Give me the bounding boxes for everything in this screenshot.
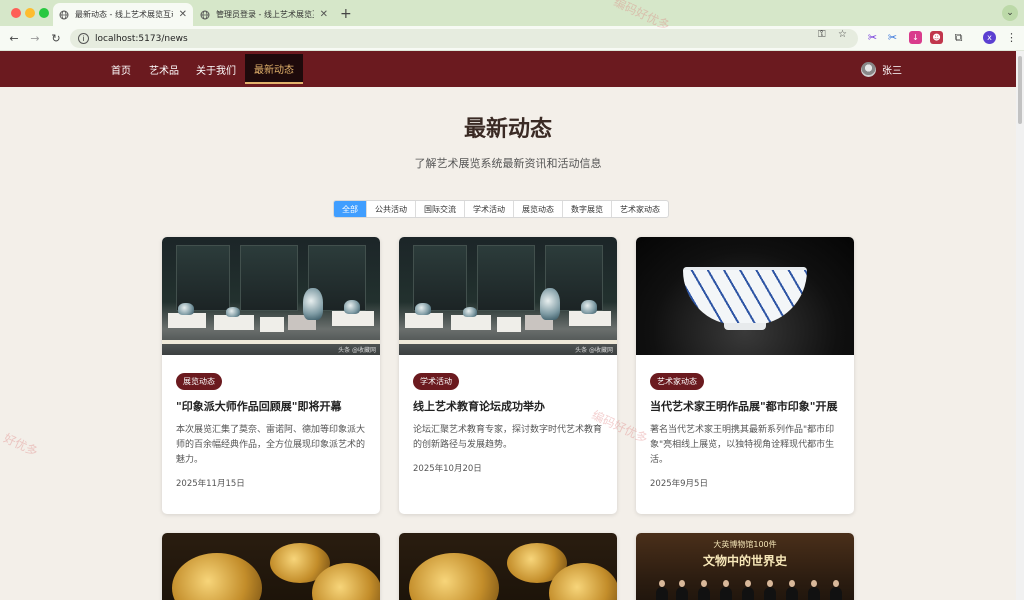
browser-tab-bar: 最新动态 - 线上艺术展览互动平台 ✕ 管理员登录 - 线上艺术展览互动平台 ✕… <box>0 0 1024 26</box>
image-watermark: 头条 @收藏网 <box>338 347 376 354</box>
download-extension-icon[interactable]: ↓ <box>909 31 922 44</box>
filter-international[interactable]: 国际交流 <box>415 201 464 217</box>
scissors-extension-icon[interactable]: ✂ <box>866 31 879 44</box>
nav-artworks[interactable]: 艺术品 <box>149 51 179 87</box>
category-filter-group: 全部 公共活动 国际交流 学术活动 展览动态 数字展览 艺术家动态 <box>333 200 669 218</box>
browser-toolbar: ← → ↻ i localhost:5173/news ⚿ ☆ ✂ ✂ ↓ ☻ … <box>0 26 1024 51</box>
robot-extension-icon[interactable]: ☻ <box>930 31 943 44</box>
minimize-window-button[interactable] <box>25 8 35 18</box>
nav-home[interactable]: 首页 <box>111 51 131 87</box>
new-tab-button[interactable]: + <box>340 6 352 22</box>
news-card[interactable]: 头条 @收藏网 展览动态 "印象派大师作品回顾展"即将开幕 本次展览汇集了莫奈、… <box>162 237 380 514</box>
back-arrow-icon[interactable]: ← <box>7 31 21 45</box>
page-scrollbar-thumb[interactable] <box>1018 56 1022 124</box>
globe-icon <box>59 10 69 20</box>
nav-news[interactable]: 最新动态 <box>245 54 303 84</box>
news-date: 2025年11月15日 <box>176 479 245 489</box>
browser-tab-admin-login[interactable]: 管理员登录 - 线上艺术展览互动平台 ✕ <box>194 3 334 26</box>
tab-title: 最新动态 - 线上艺术展览互动平台 <box>75 10 173 19</box>
news-image <box>162 533 380 600</box>
news-image: 大英博物馆100件 文物中的世界史 <box>636 533 854 600</box>
filter-exhibitions[interactable]: 展览动态 <box>513 201 562 217</box>
news-image: 头条 @收藏网 <box>162 237 380 355</box>
news-tag: 艺术家动态 <box>650 373 704 390</box>
filter-all[interactable]: 全部 <box>334 201 366 217</box>
news-description: 著名当代艺术家王明携其最新系列作品"都市印象"亮相线上展览，以独特视角诠释现代都… <box>650 425 835 465</box>
globe-icon <box>200 10 210 20</box>
news-card[interactable] <box>399 533 617 600</box>
key-icon[interactable]: ⚿ <box>818 29 826 40</box>
user-name: 张三 <box>882 65 902 77</box>
filter-digital[interactable]: 数字展览 <box>562 201 611 217</box>
news-card[interactable]: 艺术家动态 当代艺术家王明作品展"都市印象"开展 著名当代艺术家王明携其最新系列… <box>636 237 854 514</box>
forward-arrow-icon[interactable]: → <box>28 31 42 45</box>
filter-artist-news[interactable]: 艺术家动态 <box>611 201 668 217</box>
close-tab-icon[interactable]: ✕ <box>179 9 187 20</box>
avatar <box>861 61 876 77</box>
close-tab-icon[interactable]: ✕ <box>320 9 328 20</box>
page-subtitle: 了解艺术展览系统最新资讯和活动信息 <box>414 157 602 170</box>
filter-academic[interactable]: 学术活动 <box>464 201 513 217</box>
puzzle-extensions-icon[interactable]: ⧉ <box>952 31 965 44</box>
filter-public-events[interactable]: 公共活动 <box>366 201 415 217</box>
news-title[interactable]: 线上艺术教育论坛成功举办 <box>413 399 603 415</box>
news-card[interactable] <box>162 533 380 600</box>
site-info-icon[interactable]: i <box>78 33 89 44</box>
news-tag: 学术活动 <box>413 373 459 390</box>
address-url: localhost:5173/news <box>95 33 188 44</box>
bookmark-star-icon[interactable]: ☆ <box>838 29 847 40</box>
profile-avatar[interactable]: x <box>983 31 996 44</box>
news-description: 论坛汇聚艺术教育专家，探讨数字时代艺术教育的创新路径与发展趋势。 <box>413 425 603 450</box>
page-scrollbar-track[interactable] <box>1016 51 1024 600</box>
nav-about[interactable]: 关于我们 <box>196 51 236 87</box>
reload-icon[interactable]: ↻ <box>49 31 63 45</box>
news-tag: 展览动态 <box>176 373 222 390</box>
user-menu[interactable]: 张三 <box>861 51 902 87</box>
museum-banner-line1: 大英博物馆100件 <box>713 540 777 549</box>
address-bar[interactable]: i localhost:5173/news <box>70 29 858 48</box>
tab-search-chevron-icon[interactable]: ⌄ <box>1002 5 1018 21</box>
page-watermark: 好优多 <box>1 430 41 459</box>
browser-tab-news[interactable]: 最新动态 - 线上艺术展览互动平台 ✕ <box>53 3 193 26</box>
news-description: 本次展览汇集了莫奈、雷诺阿、德加等印象派大师的百余幅经典作品，全方位展现印象派艺… <box>176 425 366 465</box>
image-watermark: 头条 @收藏网 <box>575 347 613 354</box>
news-date: 2025年10月20日 <box>413 464 482 474</box>
news-title[interactable]: 当代艺术家王明作品展"都市印象"开展 <box>650 399 840 415</box>
page-title: 最新动态 <box>463 117 552 142</box>
museum-banner-line2: 文物中的世界史 <box>702 554 787 568</box>
cut-extension-icon[interactable]: ✂ <box>886 31 899 44</box>
news-image: 头条 @收藏网 <box>399 237 617 355</box>
news-date: 2025年9月5日 <box>650 479 708 489</box>
maximize-window-button[interactable] <box>39 8 49 18</box>
site-header: 首页 艺术品 关于我们 最新动态 张三 <box>0 51 1016 87</box>
tab-title: 管理员登录 - 线上艺术展览互动平台 <box>216 10 314 19</box>
news-title[interactable]: "印象派大师作品回顾展"即将开幕 <box>176 399 366 415</box>
news-image <box>636 237 854 355</box>
news-card[interactable]: 头条 @收藏网 学术活动 线上艺术教育论坛成功举办 论坛汇聚艺术教育专家，探讨数… <box>399 237 617 514</box>
news-image <box>399 533 617 600</box>
more-menu-icon[interactable]: ⋮ <box>1005 31 1018 44</box>
news-card[interactable]: 大英博物馆100件 文物中的世界史 <box>636 533 854 600</box>
close-window-button[interactable] <box>11 8 21 18</box>
